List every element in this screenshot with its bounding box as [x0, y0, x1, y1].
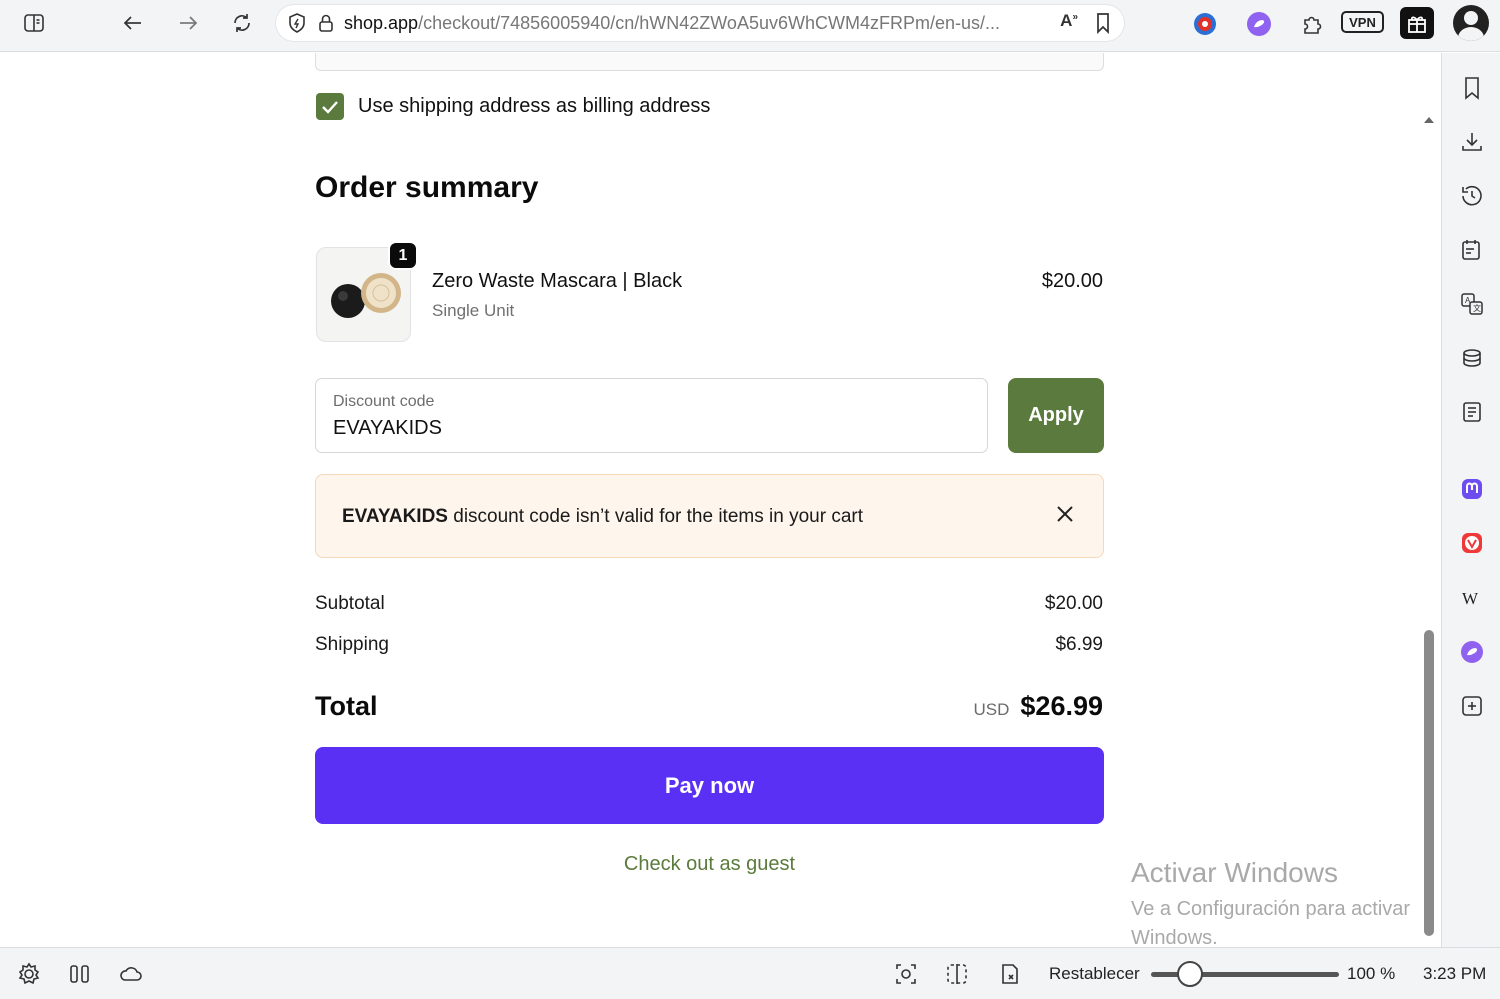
windows-activation-watermark: Activar Windows Ve a Configuración para … [1131, 857, 1440, 947]
extensions-puzzle-icon[interactable] [1296, 8, 1330, 40]
url-path: /checkout/74856005940/cn/hWN42ZWoA5uv6Wh… [418, 12, 1001, 33]
gift-icon[interactable] [1400, 7, 1434, 39]
vpn-button[interactable]: VPN [1341, 11, 1384, 33]
order-summary-title: Order summary [315, 171, 539, 204]
history-icon[interactable] [1457, 181, 1487, 211]
svg-text:文: 文 [1473, 303, 1481, 313]
back-arrow-icon[interactable] [115, 8, 151, 38]
url-host: shop.app [344, 12, 419, 33]
zoom-slider-handle[interactable] [1177, 961, 1203, 987]
reader-icon[interactable] [1457, 397, 1487, 427]
profile-avatar[interactable] [1453, 5, 1489, 41]
shipping-label: Shipping [315, 634, 389, 655]
add-panel-icon[interactable] [1457, 691, 1487, 721]
total-amount: USD $26.99 [974, 691, 1104, 722]
discount-code-input[interactable] [333, 417, 933, 440]
discount-code-label: Discount code [333, 393, 435, 410]
error-message: discount code isn’t valid for the items … [447, 506, 863, 527]
scrollbar-thumb[interactable] [1424, 630, 1434, 936]
read-aloud-icon[interactable]: A» [1060, 11, 1078, 31]
downloads-icon[interactable] [1457, 127, 1487, 157]
extension-purple-sidebar-icon[interactable] [1457, 637, 1487, 667]
checkout-as-guest-link: Check out as guest [315, 853, 1104, 876]
watermark-title: Activar Windows [1131, 857, 1338, 888]
address-field-partial[interactable] [315, 53, 1104, 71]
reload-icon[interactable] [224, 8, 260, 38]
browser-toolbar: shop.app/checkout/74856005940/cn/hWN42ZW… [0, 0, 1500, 52]
product-name: Zero Waste Mascara | Black [432, 270, 683, 292]
guest-link-text[interactable]: Check out as guest [624, 853, 795, 875]
discount-error-banner: EVAYAKIDS discount code isn’t valid for … [315, 474, 1104, 558]
lock-icon[interactable] [316, 12, 336, 34]
close-icon[interactable] [1053, 502, 1077, 526]
billing-checkbox[interactable] [316, 93, 344, 120]
wallet-icon[interactable] [1457, 343, 1487, 373]
tracking-shield-icon[interactable] [284, 10, 310, 36]
watermark-subtitle: Ve a Configuración para activar Windows. [1131, 898, 1411, 947]
sidebar-toggle-icon[interactable] [16, 8, 52, 38]
tile-tabs-icon[interactable] [65, 960, 95, 988]
checkout-page: Use shipping address as billing address … [0, 53, 1440, 947]
browser-sidebar: A文 W [1441, 53, 1500, 947]
sync-cloud-icon[interactable] [116, 960, 146, 988]
total-value: $26.99 [1020, 691, 1103, 721]
quantity-badge: 1 [388, 241, 418, 270]
extension-purple-icon[interactable] [1242, 8, 1276, 40]
translate-icon[interactable]: A文 [1457, 289, 1487, 319]
apply-discount-button[interactable]: Apply [1008, 378, 1104, 453]
capture-screenshot-icon[interactable] [891, 960, 921, 988]
subtotal-value: $20.00 [1044, 593, 1103, 614]
mastodon-icon[interactable] [1457, 474, 1487, 504]
discount-code-field[interactable]: Discount code [315, 378, 988, 453]
svg-text:A: A [1465, 296, 1471, 305]
wikipedia-icon[interactable]: W [1457, 583, 1487, 613]
vivaldi-icon[interactable] [1457, 528, 1487, 558]
zoom-reset-button[interactable]: Restablecer [1049, 964, 1140, 984]
read-aloud-letter: A [1060, 11, 1073, 30]
extension-shield-icon[interactable] [1188, 8, 1222, 40]
pay-now-button[interactable]: Pay now [315, 747, 1104, 824]
page-tiling-icon[interactable] [942, 960, 972, 988]
product-variant: Single Unit [432, 301, 515, 320]
total-currency: USD [973, 700, 1010, 719]
bookmark-page-icon[interactable] [1092, 11, 1114, 35]
page-actions-icon[interactable] [995, 960, 1025, 988]
forward-arrow-icon[interactable] [170, 8, 206, 38]
notes-icon[interactable] [1457, 235, 1487, 265]
discount-error-text: EVAYAKIDS discount code isn’t valid for … [342, 506, 863, 528]
url-text: shop.app/checkout/74856005940/cn/hWN42ZW… [344, 13, 1034, 34]
total-label: Total [315, 691, 378, 721]
billing-address-option[interactable]: Use shipping address as billing address [316, 93, 710, 120]
clock: 3:23 PM [1423, 964, 1487, 983]
address-bar[interactable]: shop.app/checkout/74856005940/cn/hWN42ZW… [276, 5, 1124, 41]
svg-text:W: W [1462, 589, 1479, 608]
billing-checkbox-label[interactable]: Use shipping address as billing address [358, 95, 710, 118]
scroll-up-arrow-icon[interactable] [1422, 113, 1436, 125]
error-discount-code: EVAYAKIDS [342, 506, 448, 527]
bookmarks-icon[interactable] [1457, 73, 1487, 103]
shipping-value: $6.99 [1055, 634, 1103, 655]
zoom-level: 100 % [1347, 964, 1396, 983]
product-price: $20.00 [1041, 270, 1103, 292]
settings-gear-icon[interactable] [14, 960, 44, 988]
subtotal-label: Subtotal [315, 593, 385, 614]
status-bar: Restablecer 100 % 3:23 PM [0, 947, 1500, 999]
